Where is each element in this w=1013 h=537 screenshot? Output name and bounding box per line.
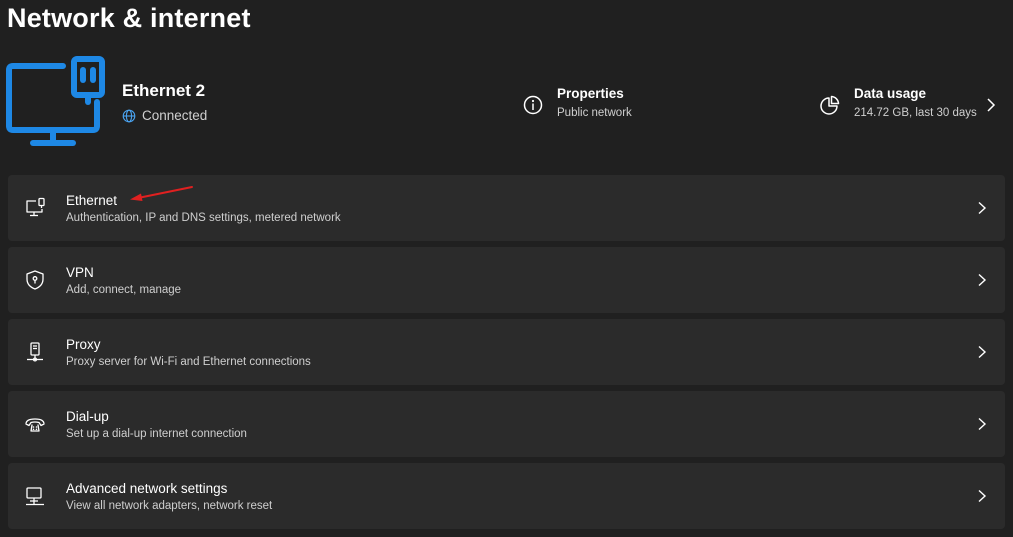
ethernet-title: Ethernet (66, 193, 118, 208)
ethernet-subtitle: Authentication, IP and DNS settings, met… (66, 212, 341, 224)
settings-item-vpn[interactable]: VPN Add, connect, manage (8, 247, 1005, 313)
chevron-right-icon (978, 345, 987, 359)
globe-icon (122, 109, 136, 122)
settings-item-ethernet[interactable]: Ethernet Authentication, IP and DNS sett… (8, 175, 1005, 241)
page-title: Network & internet (7, 3, 251, 33)
info-icon (523, 95, 543, 115)
data-usage-subtitle: 214.72 GB, last 30 days (854, 107, 977, 119)
vpn-subtitle: Add, connect, manage (66, 284, 182, 296)
properties-title: Properties (557, 86, 624, 101)
chevron-right-icon (978, 417, 987, 431)
monitor-ethernet-icon (6, 56, 105, 146)
advanced-network-title: Advanced network settings (66, 481, 228, 496)
dial-up-subtitle: Set up a dial-up internet connection (66, 428, 247, 440)
settings-page: Network & internet Ethernet 2 Connected (0, 0, 1013, 537)
proxy-icon (27, 342, 43, 362)
chevron-right-icon (978, 201, 987, 215)
advanced-network-subtitle: View all network adapters, network reset (66, 500, 273, 512)
settings-list: Ethernet Authentication, IP and DNS sett… (8, 175, 1005, 535)
dial-up-icon (25, 418, 45, 432)
connection-name: Ethernet 2 (122, 81, 206, 100)
settings-item-proxy[interactable]: Proxy Proxy server for Wi-Fi and Etherne… (8, 319, 1005, 385)
connection-status-text: Connected (142, 108, 208, 123)
properties-summary[interactable]: Properties Public network (523, 86, 632, 119)
vpn-title: VPN (66, 265, 94, 280)
chevron-right-icon (978, 489, 987, 503)
advanced-network-icon (26, 487, 44, 506)
settings-item-advanced-network[interactable]: Advanced network settings View all netwo… (8, 463, 1005, 529)
properties-subtitle: Public network (557, 107, 632, 119)
proxy-title: Proxy (66, 337, 101, 352)
proxy-subtitle: Proxy server for Wi-Fi and Ethernet conn… (66, 356, 311, 368)
vpn-shield-icon (26, 270, 44, 290)
chevron-right-icon (978, 273, 987, 287)
settings-item-dial-up[interactable]: Dial-up Set up a dial-up internet connec… (8, 391, 1005, 457)
chevron-right-icon[interactable] (985, 97, 997, 113)
data-usage-summary[interactable]: Data usage 214.72 GB, last 30 days (820, 86, 977, 119)
pie-chart-icon (820, 95, 840, 115)
data-usage-title: Data usage (854, 86, 927, 101)
ethernet-icon (26, 197, 45, 217)
connection-status: Connected (122, 108, 207, 123)
dial-up-title: Dial-up (66, 409, 109, 424)
